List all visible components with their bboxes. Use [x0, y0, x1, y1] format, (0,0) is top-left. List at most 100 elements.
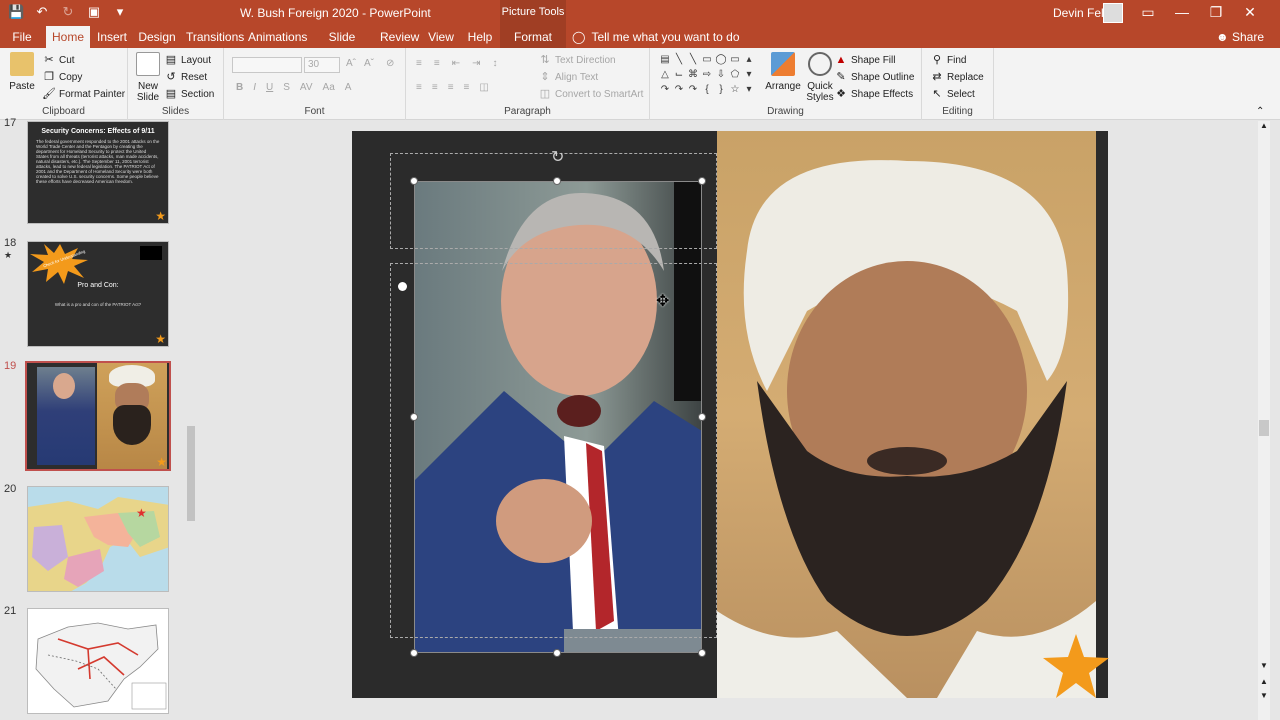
underline-icon[interactable]: U	[266, 82, 273, 93]
align-left-icon[interactable]: ≡	[416, 82, 422, 93]
rectangle-shape-icon[interactable]: ▭	[700, 54, 714, 69]
thumbnail-scrollbar-thumb[interactable]	[187, 426, 195, 521]
clear-formatting-icon[interactable]: ⊘	[386, 58, 394, 69]
tell-me-box[interactable]: ◯ Tell me what you want to do	[572, 30, 740, 44]
scroll-down-icon[interactable]: ▼	[1260, 661, 1268, 670]
customize-qat-icon[interactable]: ▾	[112, 4, 128, 20]
curve-shape-icon[interactable]: ↷	[658, 84, 672, 99]
increase-font-icon[interactable]: Aˆ	[346, 58, 356, 69]
decrease-indent-icon[interactable]: ⇤	[452, 58, 460, 69]
line-shape-icon[interactable]: ╲	[686, 54, 700, 69]
slide-thumbnail-21[interactable]	[27, 608, 169, 714]
resize-handle[interactable]	[410, 649, 418, 657]
connector-shape-icon[interactable]: ⌘	[686, 69, 700, 84]
cut-button[interactable]: ✂ Cut	[42, 53, 74, 67]
avatar[interactable]	[1103, 3, 1123, 23]
tab-design[interactable]: Design	[138, 26, 176, 48]
arrow-shape-icon[interactable]: ⇨	[700, 69, 714, 84]
save-icon[interactable]: 💾	[8, 4, 24, 20]
line-spacing-icon[interactable]: ↕	[492, 58, 497, 69]
placeholder-handle[interactable]	[398, 282, 407, 291]
tab-home[interactable]: Home	[46, 26, 90, 48]
justify-icon[interactable]: ≡	[464, 82, 470, 93]
close-icon[interactable]: ✕	[1242, 4, 1258, 20]
tab-insert[interactable]: Insert	[94, 26, 130, 48]
resize-handle[interactable]	[553, 177, 561, 185]
text-direction-button[interactable]: ⇅ Text Direction	[538, 53, 615, 67]
bold-icon[interactable]: B	[236, 82, 243, 93]
previous-slide-icon[interactable]: ▲	[1260, 677, 1268, 686]
slide-canvas[interactable]: ↻ ✥	[352, 131, 1109, 698]
align-text-button[interactable]: ⇕ Align Text	[538, 70, 598, 84]
brace-shape-icon[interactable]: {	[700, 84, 714, 99]
quick-styles-button[interactable]: Quick Styles	[802, 52, 838, 103]
strikethrough-icon[interactable]: S	[283, 82, 290, 93]
tab-review[interactable]: Review	[380, 26, 419, 48]
ribbon-display-options-icon[interactable]: ▭	[1140, 4, 1156, 20]
arrange-button[interactable]: Arrange	[765, 52, 801, 92]
start-from-beginning-icon[interactable]: ▣	[86, 4, 102, 20]
resize-handle[interactable]	[410, 413, 418, 421]
scroll-up-icon[interactable]: ▲	[1260, 121, 1268, 130]
shape-outline-button[interactable]: ✎ Shape Outline	[834, 70, 914, 84]
tab-transitions[interactable]: Transitions	[186, 26, 244, 48]
convert-smartart-button[interactable]: ◫ Convert to SmartArt	[538, 87, 644, 101]
tab-format[interactable]: Format	[500, 26, 566, 48]
picture-right[interactable]	[717, 131, 1096, 698]
line-shape-icon[interactable]: ╲	[672, 54, 686, 69]
paste-button[interactable]: Paste	[8, 52, 36, 92]
resize-handle[interactable]	[698, 177, 706, 185]
slide-thumbnail-19[interactable]: ★	[25, 361, 171, 471]
resize-handle[interactable]	[698, 413, 706, 421]
restore-icon[interactable]: ❐	[1208, 4, 1224, 20]
curve-shape-icon[interactable]: ↷	[672, 84, 686, 99]
slide-thumbnail-20[interactable]: ★	[27, 486, 169, 592]
next-slide-icon[interactable]: ▼	[1260, 691, 1268, 700]
align-center-icon[interactable]: ≡	[432, 82, 438, 93]
resize-handle[interactable]	[553, 649, 561, 657]
more-shapes-icon[interactable]: ▾	[742, 69, 756, 84]
shapes-gallery[interactable]: ▤ ╲ ╲ ▭ ◯ ▭ ▴ △ ⌙ ⌘ ⇨ ⇩ ⬠ ▾ ↷ ↷ ↷{} ☆ ▾	[658, 54, 756, 100]
shape-fill-button[interactable]: ▲ Shape Fill	[834, 53, 896, 67]
textbox-shape-icon[interactable]: ▤	[658, 54, 672, 69]
rectangle-shape-icon[interactable]: ▭	[728, 54, 742, 69]
rotate-handle-icon[interactable]: ↻	[551, 147, 564, 167]
char-spacing-icon[interactable]: AV	[300, 82, 313, 93]
format-painter-button[interactable]: 🖌 Format Painter	[42, 87, 125, 101]
resize-handle[interactable]	[698, 649, 706, 657]
shape-effects-button[interactable]: ❖ Shape Effects	[834, 87, 913, 101]
tab-file[interactable]: File	[6, 26, 38, 48]
resize-handle[interactable]	[410, 177, 418, 185]
oval-shape-icon[interactable]: ◯	[714, 54, 728, 69]
align-right-icon[interactable]: ≡	[448, 82, 454, 93]
tab-slide-show[interactable]: Slide Show	[314, 26, 370, 66]
tab-help[interactable]: Help	[466, 26, 494, 48]
brace-shape-icon[interactable]: }	[714, 84, 728, 99]
tab-animations[interactable]: Animations	[248, 26, 307, 48]
copy-button[interactable]: ❐ Copy	[42, 70, 82, 84]
pentagon-shape-icon[interactable]: ⬠	[728, 69, 742, 84]
select-button[interactable]: ↖ Select	[930, 87, 974, 101]
slide-thumbnail-18[interactable]: Check for Understanding Pro and Con: Wha…	[27, 241, 169, 347]
columns-icon[interactable]: ◫	[479, 82, 488, 93]
italic-icon[interactable]: I	[253, 82, 256, 93]
reset-button[interactable]: ↺ Reset	[164, 70, 207, 84]
redo-icon[interactable]: ↻	[60, 4, 76, 20]
share-button[interactable]: ☻ Share	[1216, 30, 1264, 44]
font-family-select[interactable]	[232, 57, 302, 73]
star-shape-icon[interactable]: ☆	[728, 84, 742, 99]
layout-button[interactable]: ▤ Layout	[164, 53, 211, 67]
thumbnail-scrollbar[interactable]	[186, 121, 196, 720]
replace-button[interactable]: ⇄ Replace	[930, 70, 983, 84]
find-button[interactable]: ⚲ Find	[930, 53, 966, 67]
increase-indent-icon[interactable]: ⇥	[472, 58, 480, 69]
shapes-expand-icon[interactable]: ▾	[742, 84, 756, 99]
font-color-icon[interactable]: A	[345, 82, 352, 93]
section-button[interactable]: ▤ Section	[164, 87, 215, 101]
collapse-ribbon-icon[interactable]: ⌃	[1256, 106, 1264, 117]
decrease-font-icon[interactable]: Aˇ	[364, 58, 374, 69]
font-size-select[interactable]: 30	[304, 57, 340, 73]
connector-shape-icon[interactable]: ⌙	[672, 69, 686, 84]
curve-shape-icon[interactable]: ↷	[686, 84, 700, 99]
more-shapes-icon[interactable]: ▴	[742, 54, 756, 69]
